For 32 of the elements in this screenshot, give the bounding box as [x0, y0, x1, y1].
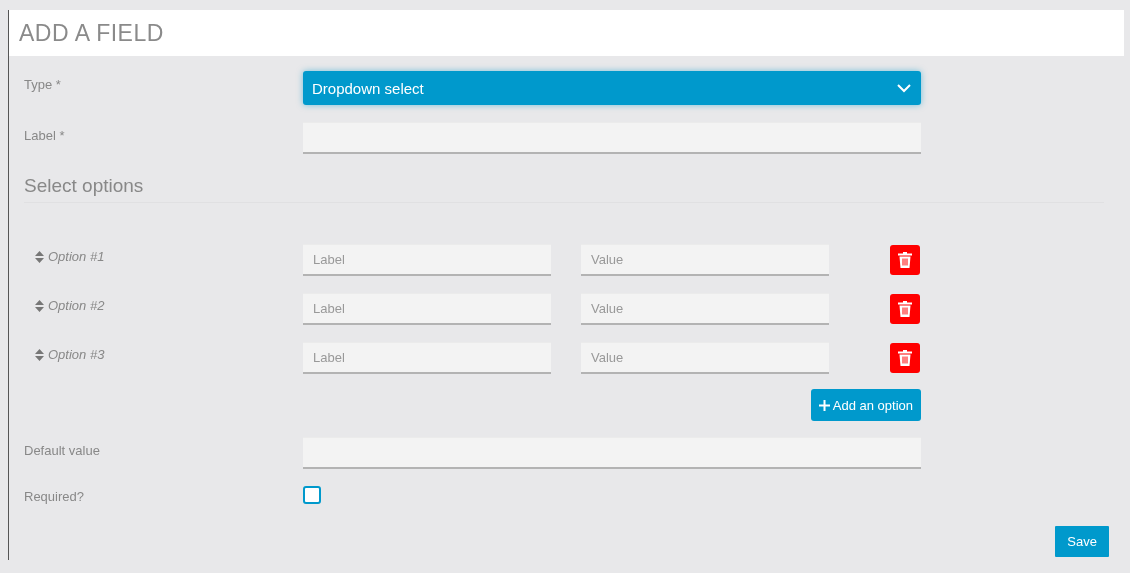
option-label-input[interactable]: Label — [303, 293, 551, 325]
option-value-input[interactable]: Value — [581, 244, 829, 276]
plus-icon — [818, 399, 830, 411]
option-label-input[interactable]: Label — [303, 244, 551, 276]
trash-icon — [898, 301, 912, 317]
option-value-input[interactable]: Value — [581, 293, 829, 325]
trash-icon — [898, 350, 912, 366]
label-input[interactable] — [303, 122, 921, 154]
chevron-down-icon — [897, 83, 911, 93]
sort-icon[interactable] — [35, 348, 44, 361]
option-name: Option #1 — [48, 249, 105, 264]
delete-button[interactable] — [890, 343, 920, 373]
type-dropdown[interactable]: Dropdown select — [303, 71, 921, 105]
add-option-button[interactable]: Add an option — [810, 389, 921, 421]
form-title: ADD A FIELD — [19, 19, 164, 47]
section-title: Select options — [24, 175, 145, 197]
sort-icon[interactable] — [35, 250, 44, 263]
field-label: Type * — [24, 76, 62, 92]
delete-button[interactable] — [890, 294, 920, 324]
required-checkbox[interactable] — [303, 486, 321, 504]
field-label: Default value — [24, 442, 101, 458]
save-button[interactable]: Save — [1055, 526, 1109, 557]
delete-button[interactable] — [890, 245, 920, 275]
option-label-input[interactable]: Label — [303, 342, 551, 374]
option-name: Option #3 — [48, 347, 105, 362]
trash-icon — [898, 252, 912, 268]
sort-icon[interactable] — [35, 299, 44, 312]
option-name: Option #2 — [48, 298, 105, 313]
default-value-input[interactable] — [303, 437, 921, 469]
field-label: Required? — [24, 488, 85, 504]
field-label: Label * — [24, 127, 66, 143]
option-value-input[interactable]: Value — [581, 342, 829, 374]
